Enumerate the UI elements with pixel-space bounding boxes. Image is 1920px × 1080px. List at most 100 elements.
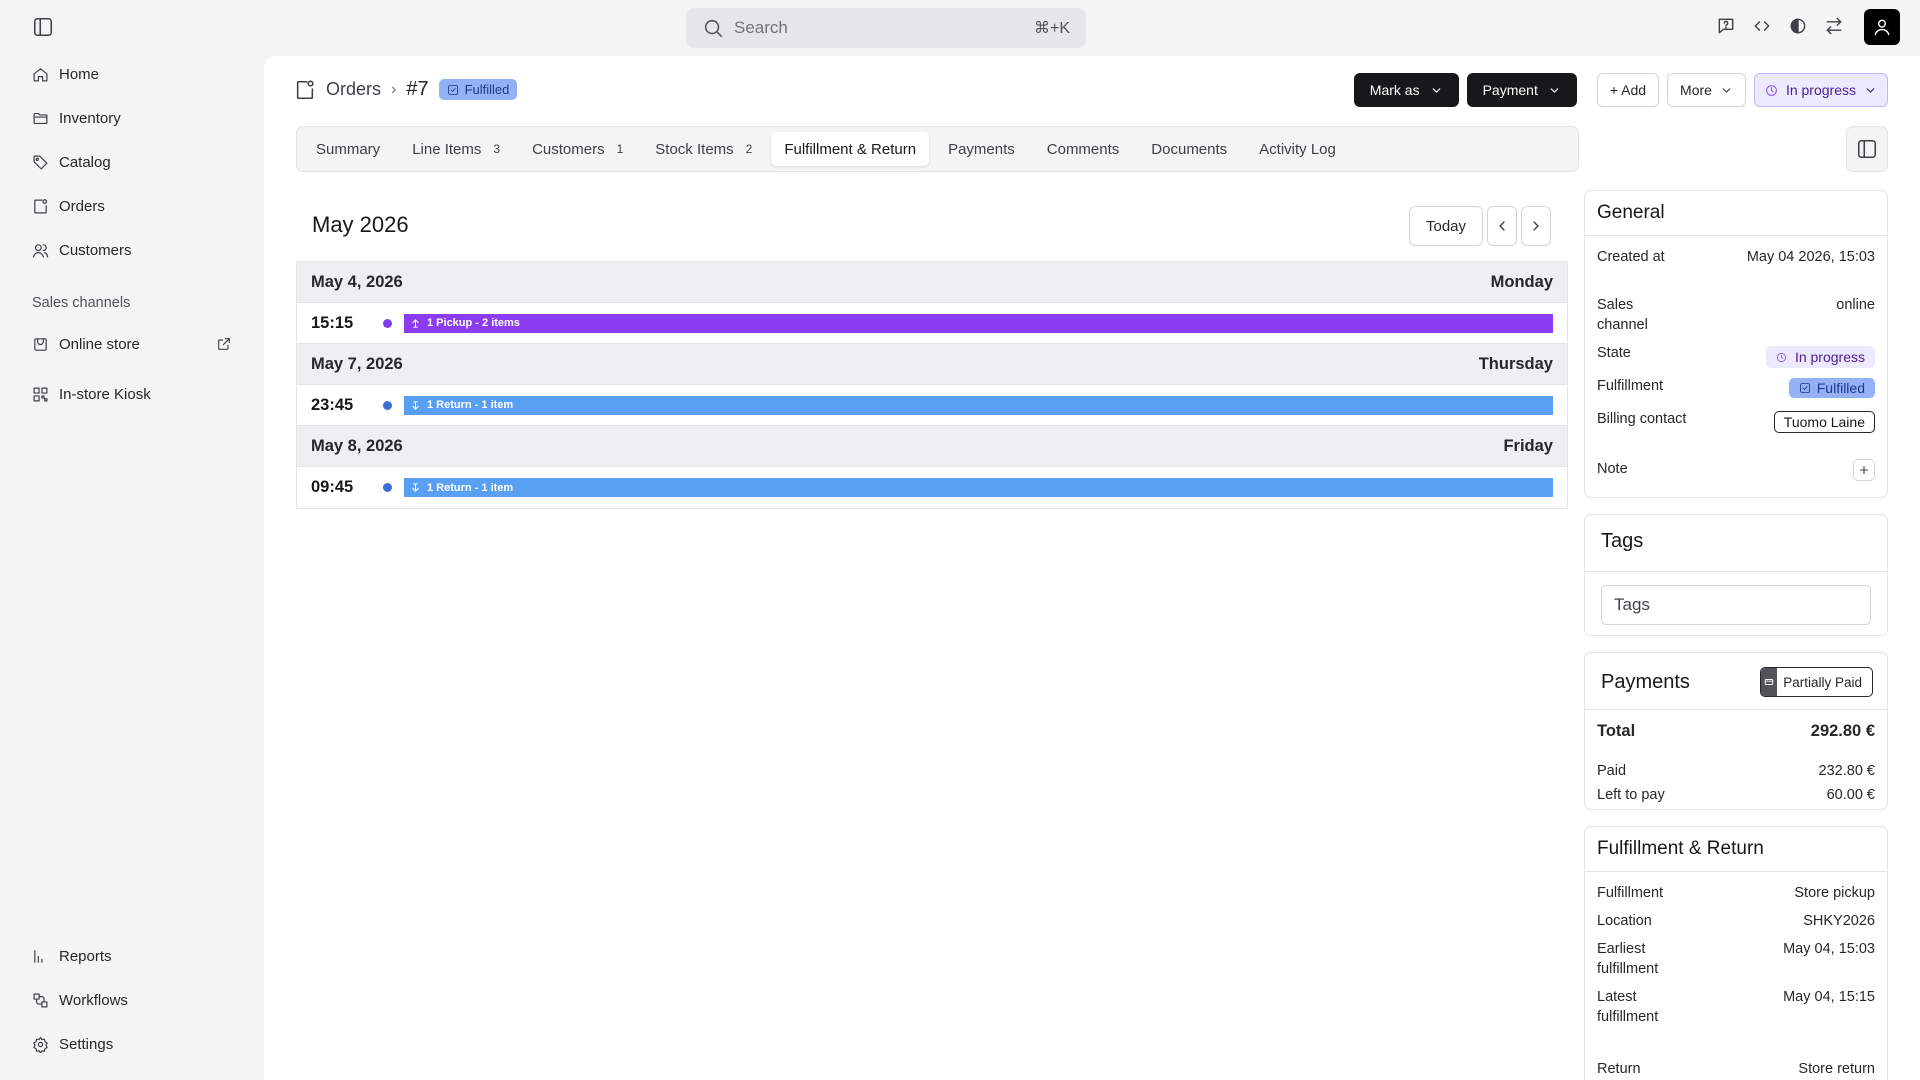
event-bar-pickup[interactable]: 1 Pickup - 2 items: [404, 313, 1553, 333]
home-icon: [33, 68, 48, 82]
paid-label: Paid: [1597, 763, 1627, 779]
fulfillment-return-title: Fulfillment & Return: [1597, 838, 1764, 859]
sidebar-item-label: Reports: [59, 948, 112, 965]
help-icon[interactable]: [1716, 16, 1738, 38]
code-icon[interactable]: [1752, 16, 1774, 38]
event-row: 23:45 1 Return - 1 item: [297, 385, 1567, 426]
add-button[interactable]: + Add: [1596, 73, 1660, 107]
sidebar-item-in-store-kiosk[interactable]: In-store Kiosk: [32, 386, 232, 403]
sidebar-item-label: Customers: [59, 242, 132, 259]
tags-input[interactable]: Tags: [1601, 585, 1871, 625]
tab-payments[interactable]: Payments: [935, 132, 1028, 166]
chevron-down-icon: [1722, 87, 1731, 93]
tab-activity-log[interactable]: Activity Log: [1246, 132, 1349, 166]
fulfillment-badge: Fulfilled: [438, 79, 518, 100]
note-label: Note: [1597, 461, 1628, 477]
search-icon: [704, 19, 723, 38]
payment-button[interactable]: Payment: [1466, 73, 1577, 107]
day-header: May 8, 2026 Friday: [297, 426, 1567, 467]
created-label: Created at: [1597, 249, 1665, 265]
sidebar-item-reports[interactable]: Reports: [32, 948, 232, 965]
day-header: May 4, 2026 Monday: [297, 262, 1567, 303]
fr-latest-value: May 04, 15:15: [1783, 989, 1875, 1005]
sidebar-section-label: Sales channels: [32, 295, 131, 311]
tab-label: Summary: [316, 140, 381, 158]
payments-title: Payments: [1601, 671, 1690, 693]
tab-line-items[interactable]: Line Items 3: [399, 132, 513, 166]
tab-customers[interactable]: Customers 1: [519, 132, 636, 166]
fr-return-value: Store return: [1798, 1061, 1875, 1077]
sidebar-item-home[interactable]: Home: [32, 66, 232, 83]
tab-documents[interactable]: Documents: [1138, 132, 1240, 166]
sidebar-item-online-store[interactable]: Online store: [32, 336, 232, 353]
package-icon: [1799, 383, 1810, 393]
folder-icon: [33, 112, 48, 125]
sidebar-item-catalog[interactable]: Catalog: [32, 154, 232, 171]
tab-bar: Summary Line Items 3 Customers 1 Stock Ite…: [296, 126, 1579, 172]
chevron-right-icon: [1533, 221, 1539, 231]
sales-channel-value: online: [1836, 297, 1875, 313]
fr-return-label: Return: [1597, 1061, 1641, 1077]
prev-month-button[interactable]: [1487, 206, 1517, 246]
event-bar-return[interactable]: 1 Return - 1 item: [404, 395, 1553, 415]
tab-fulfillment-return[interactable]: Fulfillment & Return: [771, 132, 930, 166]
theme-icon[interactable]: [1788, 16, 1810, 38]
fulfillment-label: Fulfillment: [1597, 378, 1664, 394]
sidebar-toggle-icon[interactable]: [32, 16, 56, 40]
day-weekday: Thursday: [1478, 354, 1553, 373]
sidebar-item-orders[interactable]: Orders: [32, 198, 232, 215]
billing-contact-button[interactable]: Tuomo Laine: [1773, 411, 1875, 433]
mark-as-button[interactable]: Mark as: [1353, 73, 1459, 107]
add-note-button[interactable]: [1853, 459, 1875, 481]
today-button[interactable]: Today: [1409, 206, 1483, 246]
gear-icon: [33, 1036, 48, 1053]
switch-icon[interactable]: [1824, 16, 1846, 38]
top-bar: Search ⌘+K: [0, 0, 1920, 56]
event-time: 23:45: [311, 395, 354, 414]
sidebar-item-customers[interactable]: Customers: [32, 242, 232, 259]
tab-label: Fulfillment & Return: [784, 140, 917, 158]
external-link-icon[interactable]: [216, 336, 232, 352]
side-panel-toggle[interactable]: [1846, 126, 1888, 172]
sidebar-item-settings[interactable]: Settings: [32, 1036, 232, 1053]
fulfillment-status-badge: Fulfilled: [1788, 378, 1875, 398]
event-time: 15:15: [311, 313, 354, 332]
tab-label: Line Items: [412, 140, 482, 158]
sidebar: Home Inventory Catalog Orders Customers …: [0, 56, 264, 1080]
state-dropdown[interactable]: In progress: [1753, 73, 1888, 107]
tags-title: Tags: [1601, 530, 1644, 552]
arrow-up-icon: [412, 318, 419, 328]
sales-channel-label: Sales channel: [1597, 297, 1648, 333]
fulfillment-return-card: Fulfillment & Return Fulfillment Store p…: [1584, 826, 1888, 1080]
state-label: State: [1597, 345, 1631, 361]
search-shortcut: ⌘+K: [1033, 20, 1070, 37]
tab-summary[interactable]: Summary: [303, 132, 393, 166]
breadcrumb-orders-link[interactable]: Orders: [326, 79, 381, 100]
chevron-down-icon: [1866, 87, 1875, 93]
sidebar-item-inventory[interactable]: Inventory: [32, 110, 232, 127]
user-avatar[interactable]: [1864, 9, 1900, 45]
fulfillment-value: Fulfilled: [1816, 380, 1865, 396]
payment-status-badge: Partially Paid: [1760, 667, 1873, 697]
orders-icon: [296, 80, 314, 99]
left-to-pay-value: 60.00 €: [1826, 787, 1875, 803]
tab-count: 1: [616, 142, 624, 156]
next-month-button[interactable]: [1521, 206, 1551, 246]
search-placeholder: Search: [734, 18, 788, 37]
more-button[interactable]: More: [1667, 73, 1746, 107]
fr-latest-label: Latest fulfillment: [1597, 989, 1659, 1025]
tab-label: Payments: [948, 140, 1015, 158]
state-label: In progress: [1785, 82, 1856, 98]
user-icon: [1874, 19, 1890, 36]
fr-fulfillment-label: Fulfillment: [1597, 885, 1664, 901]
tab-stock-items[interactable]: Stock Items 2: [642, 132, 765, 166]
day-date: May 4, 2026: [311, 272, 403, 291]
day-date: May 7, 2026: [311, 354, 403, 373]
tab-comments[interactable]: Comments: [1034, 132, 1133, 166]
sidebar-item-label: Workflows: [59, 992, 128, 1009]
event-bar-return[interactable]: 1 Return - 1 item: [404, 478, 1553, 497]
sidebar-item-workflows[interactable]: Workflows: [32, 992, 232, 1009]
event-label: 1 Pickup - 2 items: [427, 317, 520, 329]
search-input[interactable]: Search ⌘+K: [686, 8, 1086, 48]
event-label: 1 Return - 1 item: [427, 481, 514, 494]
